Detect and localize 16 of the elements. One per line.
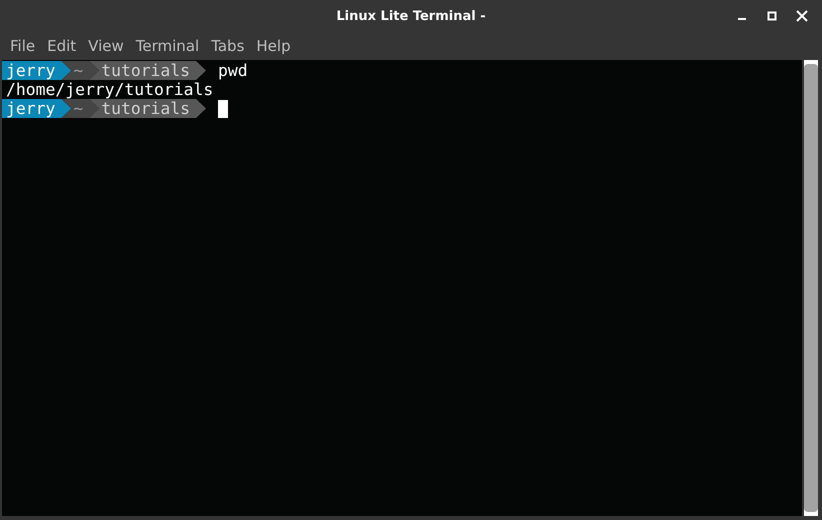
prompt-segment: jerry [2,99,72,118]
terminal-area[interactable]: jerry ~ tutorials pwd /home/jerry/tutorials jerry ~ tutorials [2,60,802,516]
menu-item[interactable]: File [4,37,42,55]
maximize-icon[interactable] [767,11,777,21]
prompt-segment: jerry [2,61,72,80]
close-icon[interactable] [796,10,808,22]
prompt-segment: tutorials [89,61,206,80]
menu-item[interactable]: Help [250,37,297,55]
prompt-segment: tutorials [89,99,206,118]
menu-item[interactable]: View [82,37,130,55]
output-text: /home/jerry/tutorials [6,80,214,99]
command-text: pwd [218,61,248,80]
menu-item[interactable]: Terminal [130,37,206,55]
menu-item[interactable]: Edit [41,37,82,55]
window-title: Linux Lite Terminal - [336,8,486,24]
menu-item[interactable]: Tabs [205,37,250,55]
